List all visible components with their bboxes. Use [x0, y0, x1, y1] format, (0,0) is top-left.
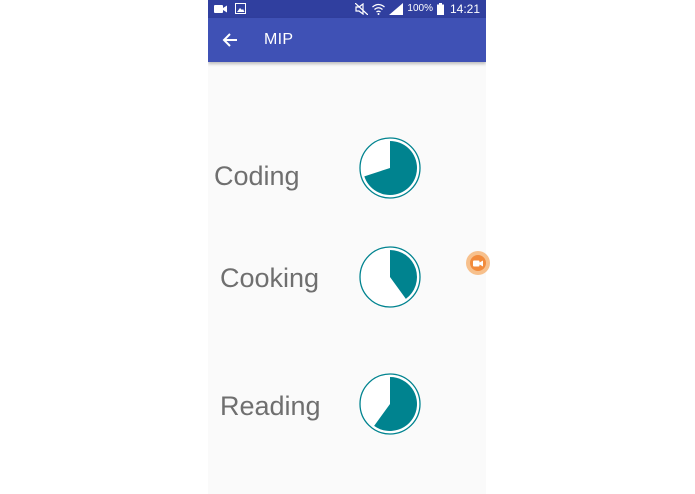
page-title: MIP — [264, 31, 294, 48]
wifi-icon — [372, 3, 386, 15]
status-left-icons — [214, 3, 246, 14]
image-icon — [235, 3, 246, 14]
activity-label: Coding — [214, 161, 300, 191]
signal-icon — [389, 3, 404, 15]
floating-record-inner — [470, 255, 486, 271]
progress-pie — [359, 373, 421, 435]
activity-label: Reading — [220, 391, 321, 421]
phone-screen: 100% 14:21 MIP Coding Cooking Reading — [208, 0, 486, 494]
status-right-icons: 100% 14:21 — [355, 2, 480, 16]
mute-icon — [355, 3, 369, 15]
activity-row-reading[interactable]: Reading — [208, 373, 486, 437]
battery-percent: 100% — [407, 3, 433, 14]
progress-pie — [359, 137, 421, 199]
floating-record-button[interactable] — [466, 251, 490, 275]
arrow-left-icon — [222, 33, 237, 47]
activity-label: Cooking — [220, 263, 320, 293]
progress-pie — [359, 246, 421, 308]
video-camera-icon — [473, 260, 483, 266]
status-time: 14:21 — [449, 2, 480, 16]
status-bar: 100% 14:21 — [208, 0, 486, 18]
back-button[interactable] — [218, 28, 242, 52]
battery-icon — [436, 3, 444, 15]
app-bar: MIP — [208, 18, 486, 62]
activity-row-coding[interactable]: Coding — [208, 137, 486, 201]
activity-row-cooking[interactable]: Cooking — [208, 246, 486, 310]
video-camera-icon — [214, 4, 227, 13]
